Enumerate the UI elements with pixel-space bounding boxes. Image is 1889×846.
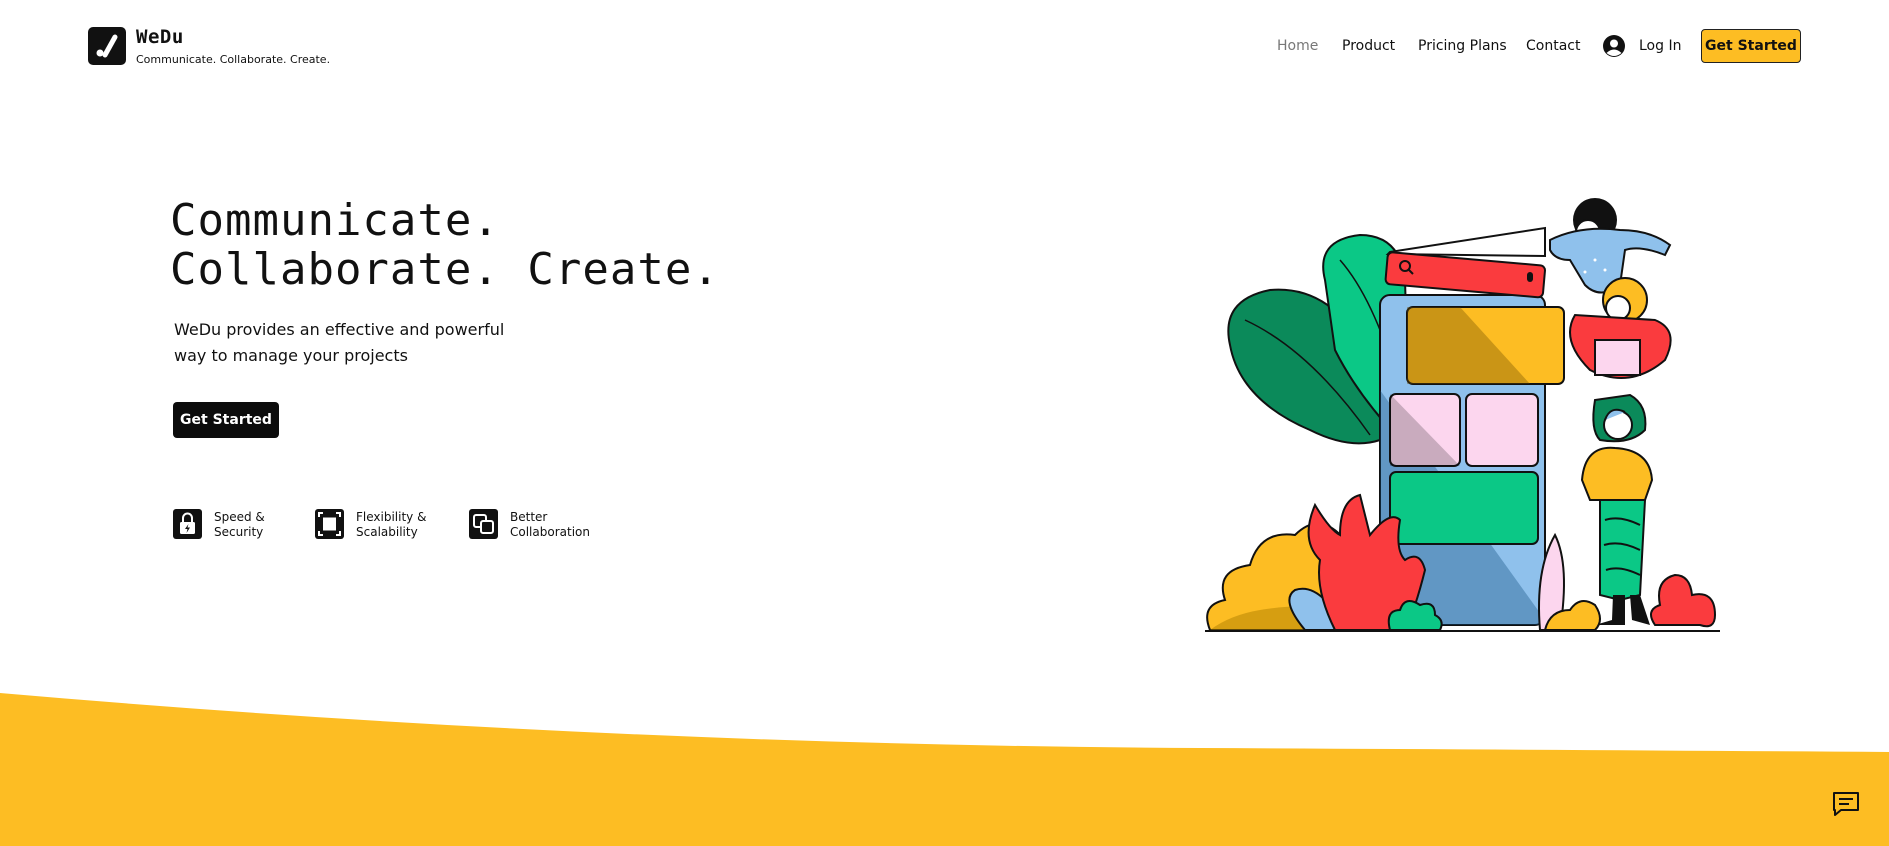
- checkmark-logo-icon: [96, 34, 118, 58]
- overlap-squares-icon: [469, 509, 498, 539]
- feature-better-collaboration: Better Collaboration: [469, 509, 610, 540]
- feature-label-line1: Speed &: [214, 510, 265, 524]
- hero-subtitle: WeDu provides an effective and powerful …: [174, 317, 534, 369]
- login-link[interactable]: Log In: [1639, 38, 1681, 54]
- chat-bubble-icon[interactable]: [1832, 791, 1860, 817]
- feature-label-line2: Security: [214, 525, 264, 539]
- hero-subtitle-line2: way to manage your projects: [174, 346, 408, 365]
- brand-name[interactable]: WeDu: [136, 26, 184, 48]
- lock-bolt-icon: [173, 509, 202, 539]
- hero-title: Communicate. Collaborate. Create.: [170, 196, 790, 294]
- expand-square-icon: [315, 509, 344, 539]
- logo[interactable]: [88, 27, 126, 65]
- hero-subtitle-line1: WeDu provides an effective and powerful: [174, 320, 505, 339]
- footer-wave: [0, 693, 1889, 846]
- hero-title-line2: Collaborate. Create.: [170, 244, 720, 295]
- feature-speed-security: Speed & Security: [173, 509, 314, 540]
- feature-label-line2: Scalability: [356, 525, 418, 539]
- brand-tagline: Communicate. Collaborate. Create.: [136, 53, 331, 66]
- nav-pricing-plans[interactable]: Pricing Plans: [1418, 38, 1507, 54]
- user-avatar-icon[interactable]: [1602, 34, 1626, 58]
- feature-label-line1: Flexibility &: [356, 510, 427, 524]
- feature-label-line2: Collaboration: [510, 525, 590, 539]
- header-get-started-button[interactable]: Get Started: [1701, 29, 1801, 63]
- hero-get-started-button[interactable]: Get Started: [173, 402, 279, 438]
- feature-label-line1: Better: [510, 510, 548, 524]
- nav-home[interactable]: Home: [1277, 38, 1318, 54]
- nav-product[interactable]: Product: [1342, 38, 1395, 54]
- hero-illustration: [1205, 198, 1720, 632]
- hero-title-line1: Communicate.: [170, 195, 500, 246]
- nav-contact[interactable]: Contact: [1526, 38, 1580, 54]
- feature-flexibility-scalability: Flexibility & Scalability: [315, 509, 456, 540]
